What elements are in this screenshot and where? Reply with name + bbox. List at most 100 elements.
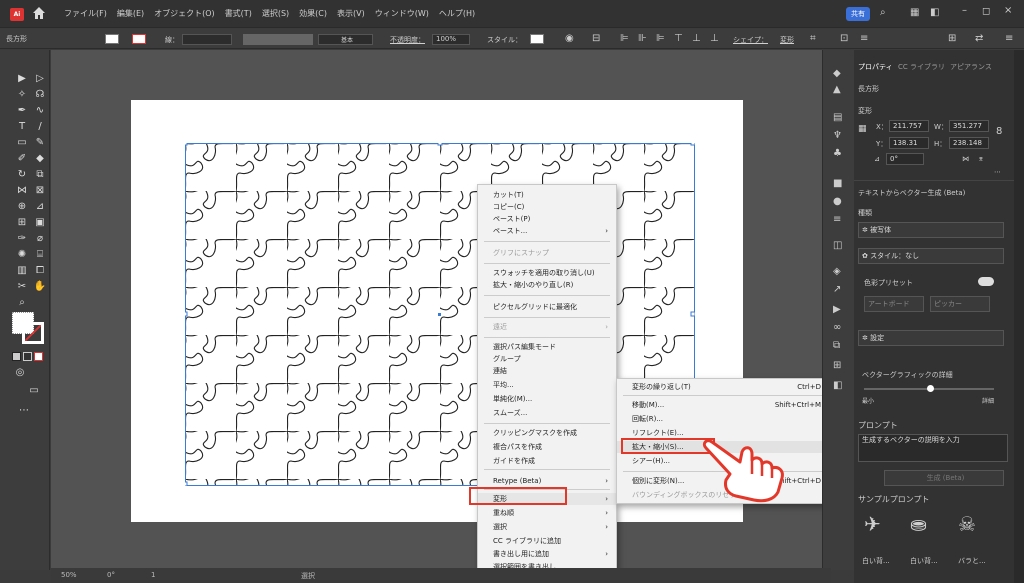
arrange-icon[interactable]: ◧ [930,7,939,18]
picker-button[interactable]: ピッカー [930,296,990,312]
close-icon[interactable]: × [1004,5,1012,16]
y-field[interactable]: 138.31 [889,137,929,149]
height-field[interactable]: 238.148 [949,137,989,149]
panel-dock-icon[interactable]: ⇄ [975,33,983,44]
gradient-mode-icon[interactable] [23,352,32,361]
maximize-icon[interactable]: ◻ [982,6,990,17]
menu-paste-special[interactable]: ペースト... › [478,225,616,237]
align-middle-icon[interactable]: ⊥ [692,33,701,44]
opacity-field[interactable]: 100% [432,34,470,45]
align-center-icon[interactable]: ⊪ [638,33,647,44]
scale-icon[interactable]: ⧉ [32,168,48,182]
more-tools-icon[interactable]: ⋯ [16,404,32,418]
align-right-icon[interactable]: ⊫ [656,33,665,44]
type-select[interactable]: ✲ 被写体 [858,222,1004,238]
symbol-sprayer-icon[interactable]: ✺ [14,248,30,262]
share-button[interactable]: 共有 [846,7,870,21]
tab-appearance[interactable]: アピアランス [950,62,992,72]
menu-paste[interactable]: ペースト(P) [478,213,616,225]
align-left-icon[interactable]: ⊫ [620,33,629,44]
submenu-transform-again[interactable]: 変形の繰り返し(T) Ctrl+D [617,381,833,393]
menu-cut[interactable]: カット(T) [478,189,616,201]
artboard-button[interactable]: アートボード [864,296,924,312]
draw-mode-icon[interactable]: ◎ [12,366,28,380]
zoom-tool-icon[interactable]: ⌕ [14,296,30,310]
direct-selection-tool-icon[interactable]: ▷ [32,72,48,86]
shape-builder-icon[interactable]: ⊕ [14,200,30,214]
submenu-rotate[interactable]: 回転(R)... [617,413,833,425]
fill-swatch[interactable] [105,34,119,44]
blend-icon[interactable]: ⌀ [32,232,48,246]
sample-skull-icon[interactable]: ☠ [958,512,976,536]
navigator-icon[interactable]: ▲ [833,84,841,95]
shape-label[interactable]: シェイプ： [733,35,768,45]
width-field[interactable]: 351.277 [949,120,989,132]
transparency-icon[interactable]: ◫ [833,240,842,251]
isolate-icon[interactable]: ⌗ [810,33,816,44]
generate-button[interactable]: 生成 (Beta) [884,470,1004,486]
constrain-proportions-icon[interactable]: 8 [996,126,1002,137]
variable-width-profile[interactable] [243,34,313,45]
menu-icon[interactable]: ≡ [860,33,868,44]
menu-join[interactable]: 連結 [478,365,616,377]
align-panel-icon[interactable]: ⊞ [833,360,841,371]
settings-select[interactable]: ✲ 設定 [858,330,1004,346]
menu-window[interactable]: ウィンドウ(W) [375,8,429,22]
menu-add-to-cc-library[interactable]: CC ライブラリに追加 [478,535,616,547]
none-mode-icon[interactable] [34,352,43,361]
lasso-icon[interactable]: ☊ [32,88,48,102]
menu-smooth[interactable]: スムーズ... [478,407,616,419]
perspective-icon[interactable]: ⊿ [32,200,48,214]
export-icon[interactable]: ↗ [833,284,841,295]
detail-slider-thumb[interactable] [927,385,934,392]
rotation-value[interactable]: 0° [107,571,115,579]
menu-redo-scale[interactable]: 拡大・縮小のやり直し(R) [478,279,616,291]
line-tool-icon[interactable]: / [32,120,48,134]
eraser-icon[interactable]: ◆ [32,152,48,166]
search-icon[interactable]: ⌕ [880,7,886,18]
prompt-input[interactable]: 生成するベクターの説明を入力 [858,434,1008,462]
menu-simplify[interactable]: 単純化(M)... [478,393,616,405]
brush-definition[interactable]: 基本 [318,34,373,45]
selection-tool-icon[interactable]: ▶ [14,72,30,86]
stroke-swatch[interactable] [132,34,146,44]
align-bottom-icon[interactable]: ⊥ [710,33,719,44]
eyedropper-icon[interactable]: ✑ [14,232,30,246]
menu-type[interactable]: 書式(T) [225,8,252,22]
shaper-icon[interactable]: ✐ [14,152,30,166]
links-icon[interactable]: ∞ [833,322,841,333]
opacity-label[interactable]: 不透明度： [390,35,425,45]
appearance-icon[interactable]: ◈ [833,266,841,277]
bar-graph-icon[interactable]: ▥ [14,264,30,278]
column-graph-icon[interactable]: ⌸ [32,248,48,262]
gradient-icon[interactable]: ▣ [32,216,48,230]
menu-effect[interactable]: 効果(C) [299,8,327,22]
arrange-docs-icon[interactable]: ⊡ [840,33,848,44]
text-to-vector-label[interactable]: テキストからベクター生成 (Beta) [858,188,965,198]
menu-path-edit-mode[interactable]: 選択パス編集モード [478,341,616,353]
type-tool-icon[interactable]: T [14,120,30,134]
graphic-style-swatch[interactable] [530,34,544,44]
symbols-icon[interactable]: ♣ [833,148,842,159]
menu-average[interactable]: 平均... [478,379,616,391]
artboard-number[interactable]: 1 [151,571,155,579]
menu-help[interactable]: ヘルプ(H) [439,8,475,22]
minimize-icon[interactable]: – [962,5,967,16]
menu-edit[interactable]: 編集(E) [117,8,144,22]
zoom-level[interactable]: 50% [61,571,77,579]
magic-wand-icon[interactable]: ✧ [14,88,30,102]
align-to-icon[interactable]: ⊟ [592,33,600,44]
style-select[interactable]: ✿ スタイル：なし [858,248,1004,264]
panel-options-icon[interactable]: ⊞ [948,33,956,44]
align-top-icon[interactable]: ⊤ [674,33,683,44]
tab-cc-libraries[interactable]: CC ライブラリ [898,62,945,72]
layers-icon[interactable]: ▤ [833,112,842,123]
width-tool-icon[interactable]: ⋈ [14,184,30,198]
pen-tool-icon[interactable]: ✒ [14,104,30,118]
sample-bicycle-icon[interactable]: ⛂ [910,512,927,536]
artboard-tool-icon[interactable]: ⧠ [32,264,48,278]
panel-scrollbar[interactable] [1014,50,1024,583]
menu-select[interactable]: 選択(S) [262,8,289,22]
home-icon[interactable] [32,6,46,20]
rectangle-tool-icon[interactable]: ▭ [14,136,30,150]
